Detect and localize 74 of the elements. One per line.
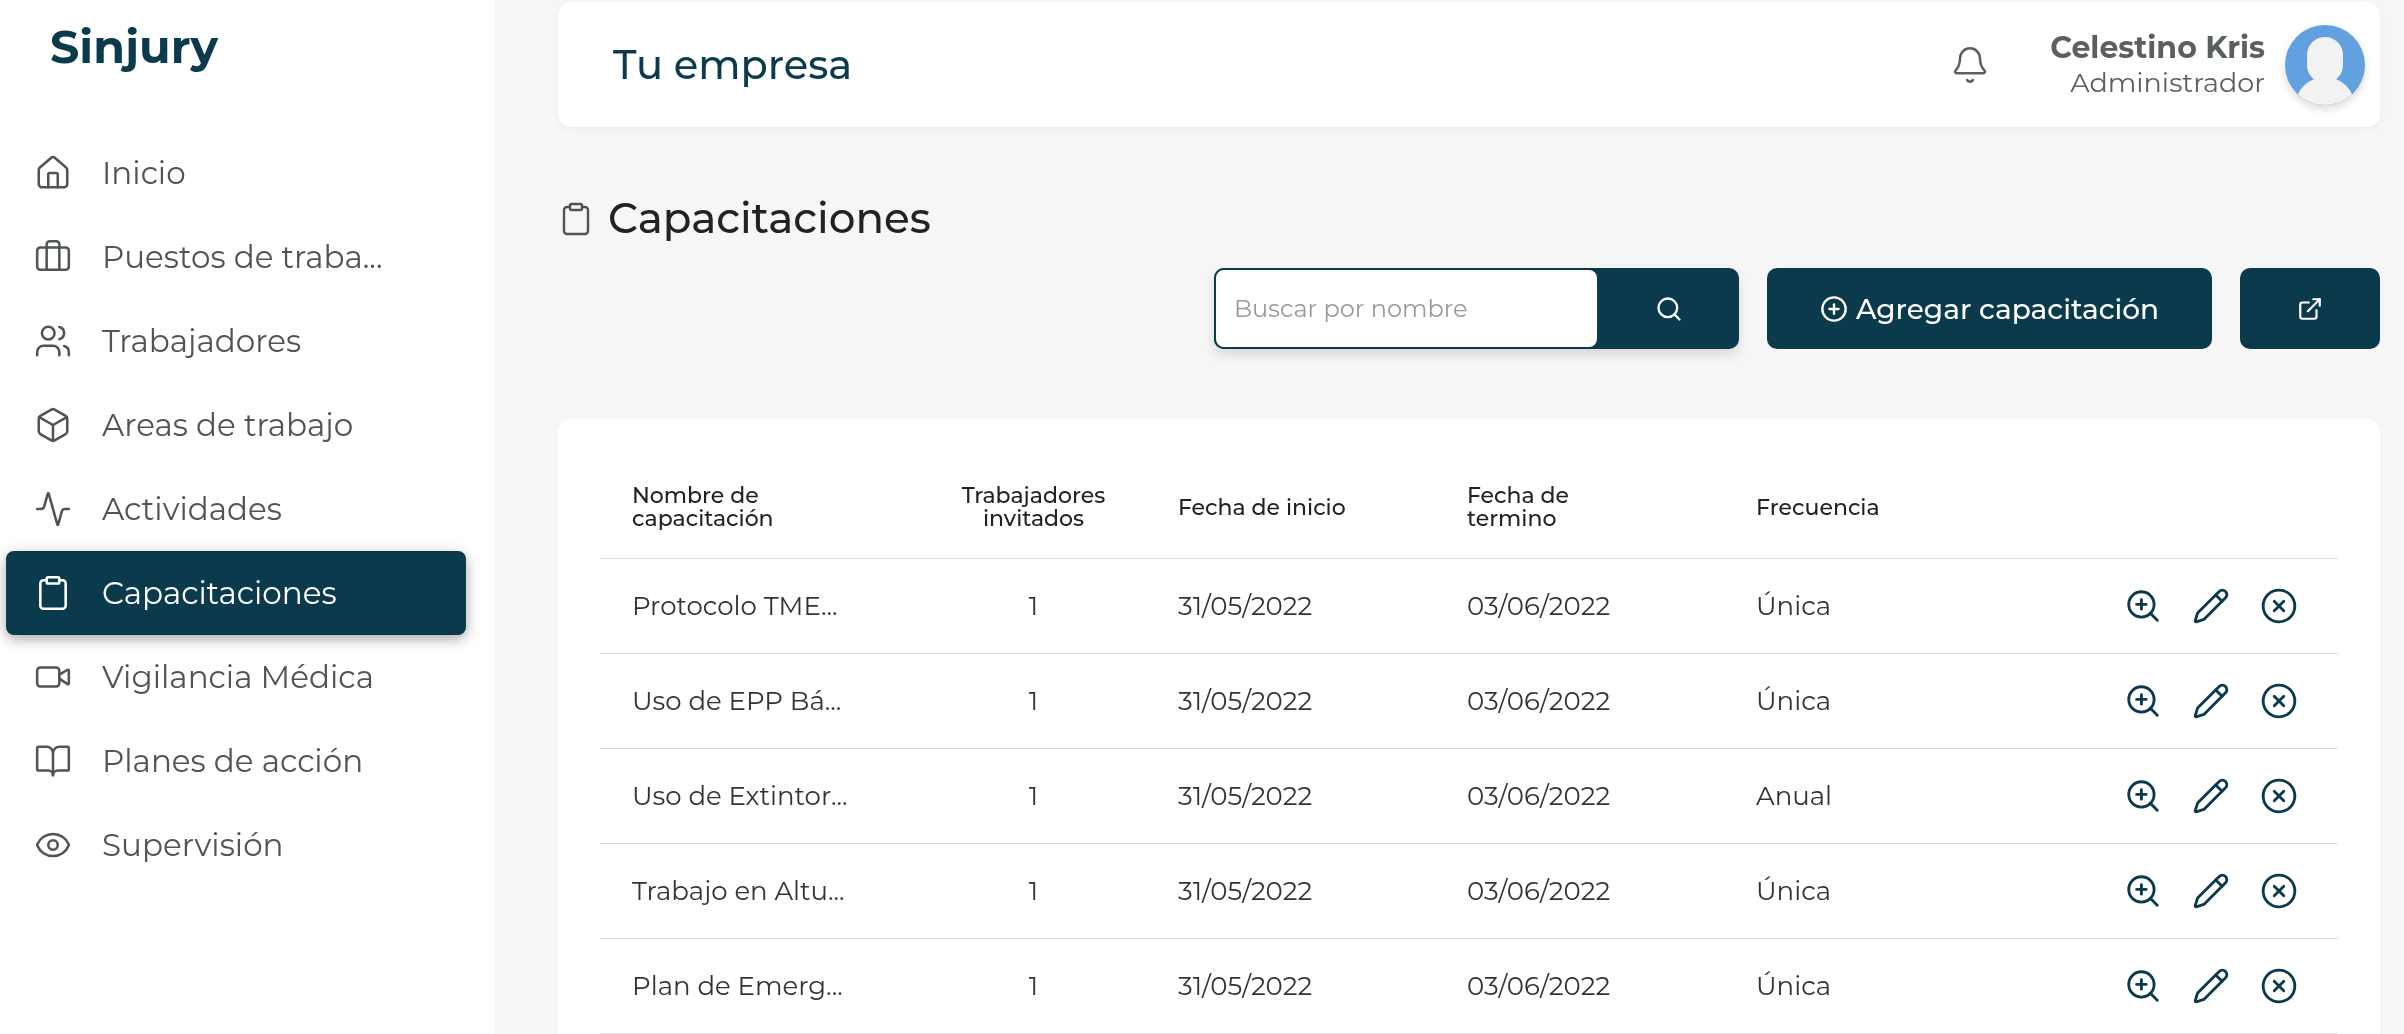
sidebar-item[interactable]: Capacitaciones [6,551,466,635]
column-header: Frecuencia [1756,495,1880,519]
table-cell: Plan de Emerg... [632,969,843,1002]
pencil-icon[interactable] [2192,587,2230,625]
table-cell: 1 [1028,969,1039,1002]
column-header: Fecha de inicio [1178,495,1346,519]
table-cell: 31/05/2022 [1178,969,1313,1002]
sidebar-item[interactable]: Vigilancia Médica [6,635,466,719]
company-title: Tu empresa [613,38,853,91]
column-header: Fecha de termino [1467,483,1570,531]
table-cell: 1 [1028,779,1039,812]
pulse-icon [34,490,72,528]
pencil-icon[interactable] [2192,777,2230,815]
export-button[interactable] [2240,268,2380,349]
table-cell: Anual [1756,779,1833,812]
table-cell: 03/06/2022 [1467,684,1611,717]
sidebar-item[interactable]: Planes de acción [6,719,466,803]
close-icon[interactable] [2260,587,2298,625]
table-cell: Uso de Extintor... [632,779,848,812]
search-field[interactable]: Buscar por nombre [1214,268,1739,349]
sidebar-item[interactable]: Actividades [6,467,466,551]
table-cell: Única [1756,874,1832,907]
close-icon[interactable] [2260,682,2298,720]
table-cell: 31/05/2022 [1178,684,1313,717]
pencil-icon[interactable] [2192,682,2230,720]
table-cell: 03/06/2022 [1467,779,1611,812]
table-cell: 1 [1028,684,1039,717]
user-name: Celestino Kris [2050,28,2265,67]
column-header: Trabajadores invitados [960,483,1107,531]
close-icon[interactable] [2260,967,2298,1005]
table-cell: Única [1756,684,1832,717]
table-cell: 03/06/2022 [1467,874,1611,907]
table-row[interactable]: Plan de Emerg... 1 31/05/2022 03/06/2022 Única [600,939,2338,1034]
table-row[interactable]: Trabajo en Altu... 1 31/05/2022 03/06/2022 Única [600,844,2338,939]
user-avatar[interactable] [2285,24,2365,105]
sidebar-item[interactable]: Puestos de traba... [6,215,466,299]
table-cell: 31/05/2022 [1178,874,1313,907]
cube-icon [34,406,72,444]
zoom-in-icon[interactable] [2124,967,2162,1005]
column-header: Nombre de capacitación [632,483,775,531]
table-row[interactable]: Uso de Extintor... 1 31/05/2022 03/06/2022 Anual [600,749,2338,844]
search-icon[interactable] [1655,294,1683,323]
table-cell: 31/05/2022 [1178,589,1313,622]
table-cell: Protocolo TME... [632,589,838,622]
zoom-in-icon[interactable] [2124,587,2162,625]
pencil-icon[interactable] [2192,967,2230,1005]
table-cell: Única [1756,589,1832,622]
table-cell: 1 [1028,589,1039,622]
plus-circle-icon [1819,294,1848,323]
zoom-in-icon[interactable] [2124,872,2162,910]
table-cell: 03/06/2022 [1467,589,1611,622]
table-cell: Trabajo en Altu... [632,874,845,907]
zoom-in-icon[interactable] [2124,682,2162,720]
table-cell: 1 [1028,874,1039,907]
app-logo: Sinjury [50,17,220,77]
pencil-icon[interactable] [2192,872,2230,910]
zoom-in-icon[interactable] [2124,777,2162,815]
home-icon [34,154,72,192]
sidebar-item[interactable]: Areas de trabajo [6,383,466,467]
table-cell: 31/05/2022 [1178,779,1313,812]
close-icon[interactable] [2260,777,2298,815]
table-cell: Uso de EPP Bá... [632,684,842,717]
sidebar-item[interactable]: Trabajadores [6,299,466,383]
page-title: Capacitaciones [608,191,931,246]
sidebar-item[interactable]: Inicio [6,131,466,215]
close-icon[interactable] [2260,872,2298,910]
table-row[interactable]: Protocolo TME... 1 31/05/2022 03/06/2022 Única [600,559,2338,654]
sidebar-item[interactable]: Supervisión [6,803,466,887]
add-training-button[interactable]: Agregar capacitación [1767,268,2212,349]
user-role: Administrador [2070,66,2265,101]
table-cell: Única [1756,969,1832,1002]
table-row[interactable]: Uso de EPP Bá... 1 31/05/2022 03/06/2022 Única [600,654,2338,749]
external-link-icon [2297,295,2323,322]
table-cell: 03/06/2022 [1467,969,1611,1002]
